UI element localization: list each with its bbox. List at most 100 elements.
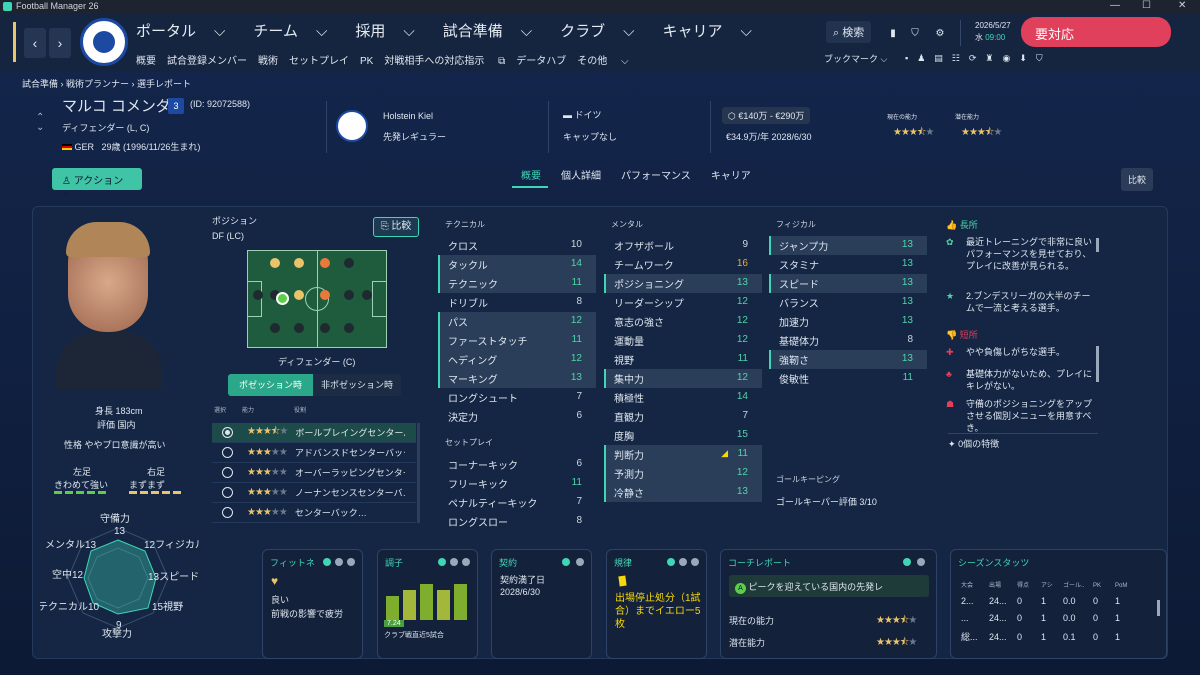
breadcrumb-match-prep[interactable]: 試合準備 [22,79,58,89]
minimize-button[interactable]: — [1110,0,1120,11]
player-switch-arrows[interactable]: ⌃ ⌄ [36,113,44,133]
season-row[interactable]: ... 24... 0 1 0.0 0 1 [961,613,1151,630]
position-dot[interactable] [362,290,372,300]
attribute-row[interactable]: スピード 13 [769,274,927,293]
attribute-row[interactable]: ヘディング 12 [438,350,596,369]
attribute-row[interactable]: 度胸 15 [604,426,762,445]
club-name[interactable]: Holstein Kiel [383,111,433,121]
role-row[interactable]: ★★★★★ オーバーラッピングセンターバ… [212,463,416,483]
form-card[interactable]: 調子 7.24 クラブ戦直近5試合 [377,549,478,659]
position-dot[interactable] [294,290,304,300]
maximize-button[interactable]: ☐ [1142,0,1151,11]
discipline-card[interactable]: 規律 出場停止処分（1試合）までイエロー5枚 [606,549,707,659]
roles-scrollbar[interactable] [417,423,420,523]
radio-button[interactable] [222,447,233,458]
compare-button[interactable]: 比較 [1121,168,1154,191]
radio-button[interactable] [222,487,233,498]
position-dot[interactable] [344,323,354,333]
attribute-row[interactable]: ロングシュート 7 [438,388,596,407]
nav-career[interactable]: キャリア ⌵ [663,23,766,40]
attribute-row[interactable]: リーダーシップ 12 [604,293,762,312]
position-dot[interactable] [320,290,330,300]
forward-button[interactable]: › [49,28,71,58]
season-row[interactable]: 総... 24... 0 1 0.1 0 1 [961,630,1151,647]
quick-icons[interactable]: ▪♟▤☷⟳♜◉⬇⛉ [905,53,1052,64]
subnav-squad[interactable]: 試合登録メンバー [167,56,247,67]
weaknesses-scrollbar[interactable] [1096,346,1099,382]
attribute-row[interactable]: フリーキック 11 [438,474,596,493]
fitness-card[interactable]: フィットネ ♥ 良い 前戦の影響で疲労 [262,549,363,659]
season-row[interactable]: 2... 24... 0 1 0.0 0 1 [961,596,1151,613]
position-dot[interactable] [344,290,354,300]
breadcrumb-tactics[interactable]: 戦術プランナー [66,79,129,89]
season-stats-card[interactable]: シーズンスタッツ 大会 出場 得点 アシ ゴール.. PK PoM 2... 24... 0 1 0… [950,549,1167,659]
shield-icon[interactable]: ⛉ [908,26,922,40]
attribute-row[interactable]: コーナーキック 6 [438,455,596,474]
attribute-row[interactable]: テクニック 11 [438,274,596,293]
attribute-row[interactable]: 視野 11 [604,350,762,369]
club-crest[interactable] [336,110,368,142]
radio-button[interactable] [222,467,233,478]
role-row[interactable]: ★★★★★ センターバック… [212,503,416,523]
nav-team[interactable]: チーム ⌵ [253,23,341,40]
tab-personal[interactable]: 個人詳細 [561,171,601,182]
position-dot[interactable] [270,323,280,333]
role-row[interactable]: ★★★★★ ノーナンセンスセンターバ… [212,483,416,503]
attribute-row[interactable]: ペナルティーキック 7 [438,493,596,512]
position-dot[interactable] [294,258,304,268]
subnav-more[interactable]: その他 ⌵ [577,56,628,67]
attribute-row[interactable]: スタミナ 13 [769,255,927,274]
attribute-row[interactable]: ジャンプ力 13 [769,236,927,255]
subnav-setpieces[interactable]: セットプレイ [289,56,349,67]
back-button[interactable]: ‹ [24,28,46,58]
attribute-row[interactable]: 判断力 11 ◢ [604,445,762,464]
search-button[interactable]: ⌕ 検索 [826,21,872,43]
attribute-row[interactable]: 強靭さ 13 [769,350,927,369]
action-required-button[interactable]: 要対応 [1021,17,1171,47]
attribute-row[interactable]: 加速力 13 [769,312,927,331]
position-dot[interactable] [320,258,330,268]
attribute-row[interactable]: オフザボール 9 [604,236,762,255]
subnav-tactics[interactable]: 戦術 [258,56,278,67]
attribute-row[interactable]: 決定力 6 [438,407,596,426]
subnav-overview[interactable]: 概要 [136,56,156,67]
gear-icon[interactable]: ⚙ [933,26,947,40]
strengths-scrollbar[interactable] [1096,238,1099,252]
attribute-row[interactable]: ロングスロー 8 [438,512,596,531]
attribute-row[interactable]: 意志の強さ 12 [604,312,762,331]
attribute-row[interactable]: 直観力 7 [604,407,762,426]
nav-portal[interactable]: ポータル ⌵ [136,23,239,40]
position-compare-button[interactable]: ⎘ 比較 [373,217,419,237]
out-possession-toggle[interactable]: 非ポゼッション時 [313,374,401,396]
attribute-row[interactable]: ポジショニング 13 [604,274,762,293]
club-badge[interactable] [80,18,128,66]
selected-position-dot[interactable] [276,292,289,305]
position-dot[interactable] [320,323,330,333]
subnav-opposition[interactable]: 対戦相手への対応指示 ⧉ [384,56,505,67]
bookmark-icon[interactable]: ▮ [886,26,900,40]
role-row[interactable]: ★★★★★ アドバンスドセンターバック… [212,443,416,463]
subnav-datahub[interactable]: データハブ [516,56,566,67]
nav-recruit[interactable]: 採用 ⌵ [355,23,428,40]
position-dot[interactable] [294,323,304,333]
position-dot[interactable] [344,258,354,268]
attribute-row[interactable]: クロス 10 [438,236,596,255]
contract-card[interactable]: 契約 契約満了日 2028/6/30 [491,549,592,659]
attribute-row[interactable]: タックル 14 [438,255,596,274]
attribute-row[interactable]: マーキング 13 [438,369,596,388]
position-dot[interactable] [253,290,263,300]
nav-match-prep[interactable]: 試合準備 ⌵ [443,23,546,40]
attribute-row[interactable]: 運動量 12 [604,331,762,350]
attribute-row[interactable]: ドリブル 8 [438,293,596,312]
attribute-row[interactable]: 予測力 12 [604,464,762,483]
bookmarks-menu[interactable]: ブックマーク ⌵ [824,52,887,65]
season-scrollbar[interactable] [1157,600,1160,616]
attribute-row[interactable]: 冷静さ 13 [604,483,762,502]
attribute-row[interactable]: 基礎体力 8 [769,331,927,350]
tab-performance[interactable]: パフォーマンス [621,171,691,182]
action-button[interactable]: ♙ アクション ⌵ [52,168,142,198]
pitch-map[interactable] [247,250,387,348]
coach-report-card[interactable]: コーチレポート A ピークを迎えている国内の先発レ 現在の能力 ★★★⯪★ 潜在… [720,549,937,659]
subnav-pk[interactable]: PK [360,56,373,67]
radio-button[interactable] [222,507,233,518]
